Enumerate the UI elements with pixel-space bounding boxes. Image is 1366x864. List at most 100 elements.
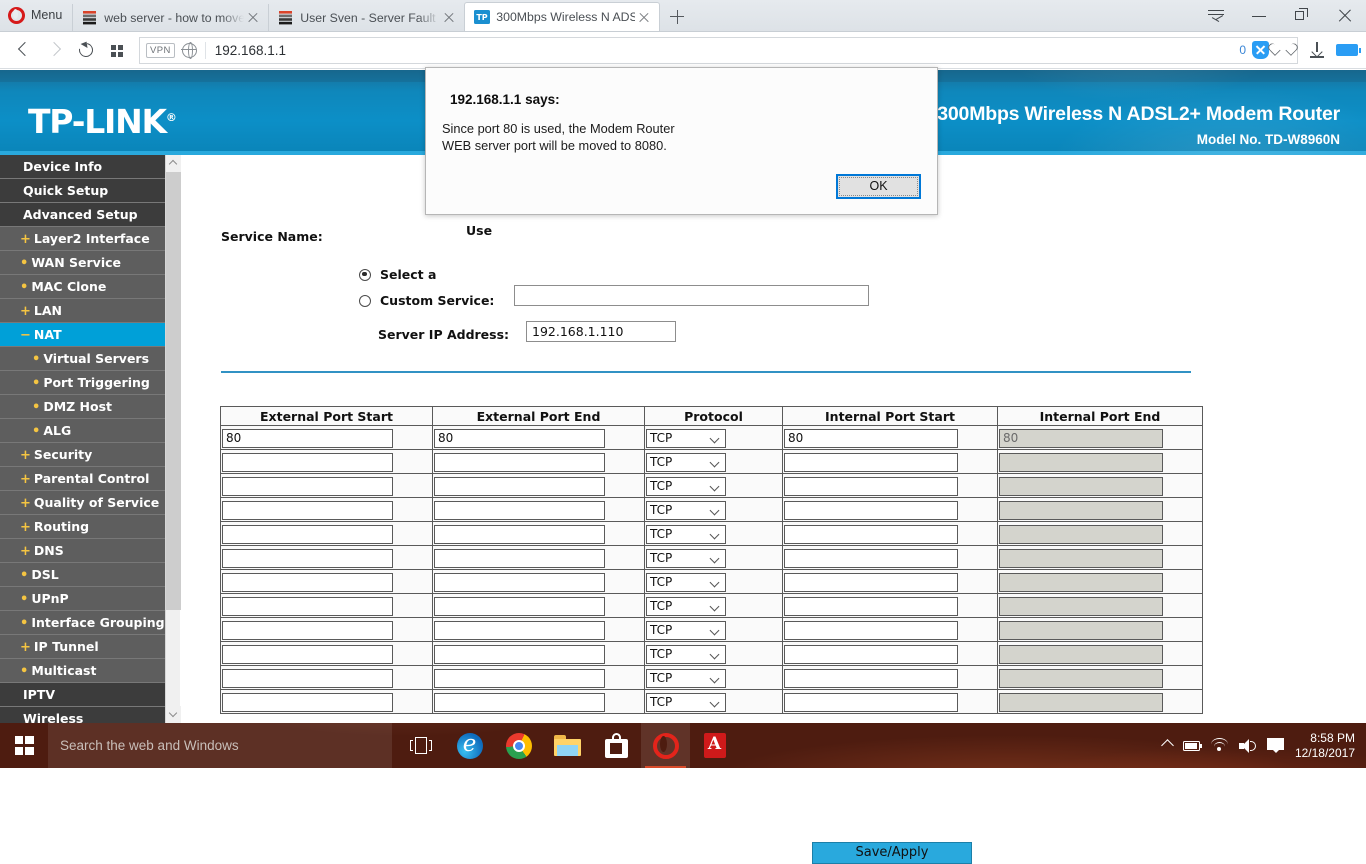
action-center-button[interactable]: [1267, 738, 1284, 753]
protocol-select[interactable]: TCP: [646, 501, 726, 520]
external-port-start-input[interactable]: [222, 573, 393, 592]
sidebar-item-dmz-host[interactable]: •DMZ Host: [0, 395, 165, 419]
minimize-icon[interactable]: [1237, 0, 1280, 31]
show-hidden-icons-button[interactable]: [1163, 741, 1172, 750]
external-port-end-input[interactable]: [434, 645, 605, 664]
internal-port-start-input[interactable]: [784, 501, 958, 520]
external-port-start-input[interactable]: [222, 597, 393, 616]
external-port-end-input[interactable]: 80: [434, 429, 605, 448]
internal-port-start-input[interactable]: [784, 645, 958, 664]
sidebar-item-device-info[interactable]: Device Info: [0, 155, 165, 179]
file-explorer-button[interactable]: [543, 723, 592, 768]
sidebar-toggle-icon[interactable]: [1194, 0, 1237, 31]
sidebar-item-iptv[interactable]: IPTV: [0, 683, 165, 707]
sidebar-item-multicast[interactable]: •Multicast: [0, 659, 165, 683]
external-port-start-input[interactable]: [222, 621, 393, 640]
external-port-end-input[interactable]: [434, 597, 605, 616]
custom-service-input[interactable]: [514, 285, 869, 306]
protocol-select[interactable]: TCP: [646, 693, 726, 712]
network-button[interactable]: [1211, 739, 1228, 752]
save-apply-button[interactable]: Save/Apply: [812, 842, 972, 864]
chrome-button[interactable]: [494, 723, 543, 768]
reload-button[interactable]: [70, 35, 101, 66]
external-port-start-input[interactable]: [222, 645, 393, 664]
internal-port-start-input[interactable]: [784, 621, 958, 640]
close-icon[interactable]: [244, 9, 262, 27]
sidebar-item-quality-of-service[interactable]: +Quality of Service: [0, 491, 165, 515]
sidebar-item-layer2-interface[interactable]: +Layer2 Interface: [0, 227, 165, 251]
sidebar-item-port-triggering[interactable]: •Port Triggering: [0, 371, 165, 395]
protocol-select[interactable]: TCP: [646, 549, 726, 568]
sidebar-item-wan-service[interactable]: •WAN Service: [0, 251, 165, 275]
task-view-button[interactable]: [396, 723, 445, 768]
speed-dial-button[interactable]: [101, 35, 132, 66]
close-icon[interactable]: [635, 8, 653, 26]
internal-port-start-input[interactable]: [784, 549, 958, 568]
internal-port-start-input[interactable]: [784, 693, 958, 712]
external-port-end-input[interactable]: [434, 669, 605, 688]
scroll-down-icon[interactable]: [166, 706, 181, 723]
sidebar-item-lan[interactable]: +LAN: [0, 299, 165, 323]
external-port-end-input[interactable]: [434, 501, 605, 520]
select-a-service-row[interactable]: Select a: [359, 267, 436, 282]
sidebar-item-upnp[interactable]: •UPnP: [0, 587, 165, 611]
sidebar-item-parental-control[interactable]: +Parental Control: [0, 467, 165, 491]
internal-port-start-input[interactable]: 80: [784, 429, 958, 448]
acrobat-button[interactable]: [690, 723, 739, 768]
external-port-start-input[interactable]: [222, 549, 393, 568]
internal-port-start-input[interactable]: [784, 453, 958, 472]
close-window-icon[interactable]: [1323, 0, 1366, 31]
tab-web-server[interactable]: web server - how to move: [72, 4, 268, 31]
external-port-end-input[interactable]: [434, 453, 605, 472]
external-port-end-input[interactable]: [434, 549, 605, 568]
external-port-start-input[interactable]: [222, 453, 393, 472]
protocol-select[interactable]: TCP: [646, 429, 726, 448]
battery-saver-icon[interactable]: [1336, 44, 1358, 56]
sidebar-item-quick-setup[interactable]: Quick Setup: [0, 179, 165, 203]
select-a-service-radio[interactable]: [359, 269, 371, 281]
sidebar-item-alg[interactable]: •ALG: [0, 419, 165, 443]
opera-menu-button[interactable]: Menu: [0, 0, 72, 31]
clock[interactable]: 8:58 PM 12/18/2017: [1295, 731, 1355, 761]
opera-button[interactable]: [641, 723, 690, 768]
ad-blocker-icon[interactable]: [1252, 41, 1269, 59]
sidebar-item-virtual-servers[interactable]: •Virtual Servers: [0, 347, 165, 371]
internal-port-start-input[interactable]: [784, 573, 958, 592]
new-tab-button[interactable]: [660, 3, 694, 31]
internal-port-start-input[interactable]: [784, 597, 958, 616]
downloads-icon[interactable]: [1308, 41, 1326, 59]
address-bar[interactable]: VPN 192.168.1.1 0: [139, 37, 1298, 64]
sidebar-item-nat[interactable]: −NAT: [0, 323, 165, 347]
protocol-select[interactable]: TCP: [646, 525, 726, 544]
edge-button[interactable]: [445, 723, 494, 768]
external-port-end-input[interactable]: [434, 477, 605, 496]
external-port-start-input[interactable]: [222, 693, 393, 712]
close-icon[interactable]: [440, 9, 458, 27]
heart-icon[interactable]: [1275, 43, 1291, 58]
server-ip-input[interactable]: 192.168.1.110: [526, 321, 676, 342]
scroll-up-icon[interactable]: [166, 155, 181, 172]
protocol-select[interactable]: TCP: [646, 453, 726, 472]
custom-service-row[interactable]: Custom Service:: [359, 293, 494, 308]
sidebar-item-dsl[interactable]: •DSL: [0, 563, 165, 587]
sidebar-item-dns[interactable]: +DNS: [0, 539, 165, 563]
forward-button[interactable]: [39, 35, 70, 66]
sidebar-item-interface-grouping[interactable]: •Interface Grouping: [0, 611, 165, 635]
store-button[interactable]: [592, 723, 641, 768]
external-port-end-input[interactable]: [434, 525, 605, 544]
protocol-select[interactable]: TCP: [646, 477, 726, 496]
custom-service-radio[interactable]: [359, 295, 371, 307]
start-button[interactable]: [0, 723, 48, 768]
internal-port-start-input[interactable]: [784, 669, 958, 688]
protocol-select[interactable]: TCP: [646, 645, 726, 664]
external-port-start-input[interactable]: [222, 477, 393, 496]
scrollbar-thumb[interactable]: [166, 172, 181, 610]
sidebar-item-routing[interactable]: +Routing: [0, 515, 165, 539]
external-port-start-input[interactable]: [222, 669, 393, 688]
sidebar-item-ip-tunnel[interactable]: +IP Tunnel: [0, 635, 165, 659]
tab-router-admin[interactable]: TP 300Mbps Wireless N ADSL: [464, 2, 660, 31]
battery-button[interactable]: [1183, 741, 1200, 751]
sidebar-item-mac-clone[interactable]: •MAC Clone: [0, 275, 165, 299]
external-port-start-input[interactable]: [222, 525, 393, 544]
tab-user-sven[interactable]: User Sven - Server Fault: [268, 4, 464, 31]
